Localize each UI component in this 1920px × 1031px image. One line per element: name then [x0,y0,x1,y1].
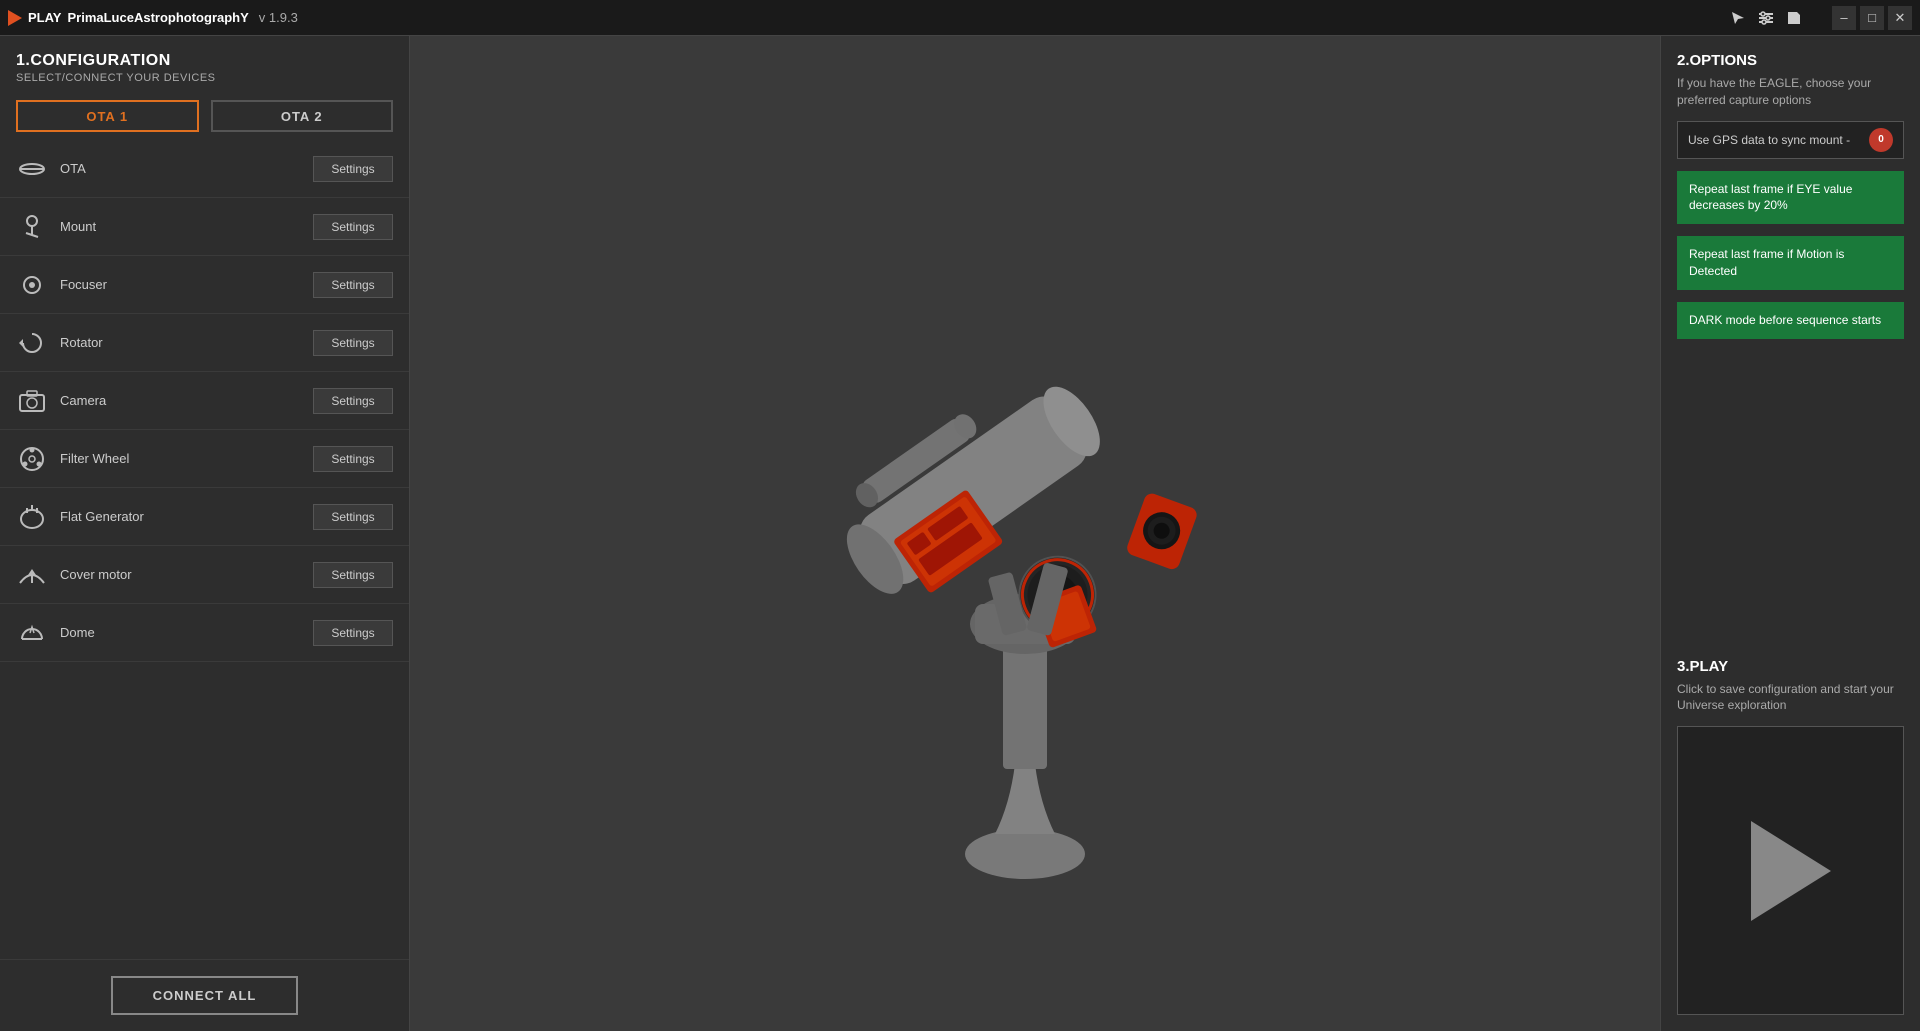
cursor-icon[interactable] [1728,8,1748,28]
ota1-button[interactable]: OTA 1 [16,100,199,132]
settings-button-rotator[interactable]: Settings [313,330,393,356]
settings-button-focuser[interactable]: Settings [313,272,393,298]
covermotor-icon [16,559,48,591]
right-panel: 2.OPTIONS If you have the EAGLE, choose … [1660,36,1920,1031]
device-name-ota: OTA [60,161,301,176]
device-row-flatgenerator: Flat Generator Settings [0,488,409,546]
app-name-label: PLAY [28,10,61,25]
device-name-dome: Dome [60,625,301,640]
green-option-dark[interactable]: DARK mode before sequence starts [1677,302,1904,339]
section-subtitle: SELECT/CONNECT YOUR DEVICES [16,72,393,84]
app-logo: PLAY PrimaLuceAstrophotographY v 1.9.3 [8,10,298,26]
options-title: 2.OPTIONS [1677,52,1904,69]
device-row-camera: Camera Settings [0,372,409,430]
device-name-focuser: Focuser [60,277,301,292]
logo-text-label: PrimaLuceAstrophotographY [67,10,248,25]
flatgenerator-icon [16,501,48,533]
device-row-mount: Mount Settings [0,198,409,256]
play-section: 3.PLAY Click to save configuration and s… [1677,650,1904,715]
device-row-rotator: Rotator Settings [0,314,409,372]
settings-button-filterwheel[interactable]: Settings [313,446,393,472]
ota2-button[interactable]: OTA 2 [211,100,394,132]
settings-button-dome[interactable]: Settings [313,620,393,646]
device-name-mount: Mount [60,219,301,234]
center-area [410,36,1660,1031]
device-row-covermotor: Cover motor Settings [0,546,409,604]
device-name-camera: Camera [60,393,301,408]
settings-sliders-icon[interactable] [1756,8,1776,28]
play-title: 3.PLAY [1677,658,1904,675]
version-label: v 1.9.3 [259,10,298,25]
dome-icon [16,617,48,649]
section-title: 1.CONFIGURATION [16,52,393,70]
gps-row: Use GPS data to sync mount - 0 [1677,121,1904,159]
gps-toggle[interactable]: 0 [1869,128,1893,152]
connect-all-button[interactable]: CONNECT ALL [111,976,299,1015]
titlebar-controls: – □ ✕ [1728,6,1912,30]
play-button[interactable] [1677,726,1904,1015]
filterwheel-icon [16,443,48,475]
ota-icon [16,153,48,185]
options-section: 2.OPTIONS If you have the EAGLE, choose … [1677,52,1904,109]
device-row-dome: Dome Settings [0,604,409,662]
focuser-icon [16,269,48,301]
camera-icon [16,385,48,417]
settings-button-camera[interactable]: Settings [313,388,393,414]
connect-all-area: CONNECT ALL [0,959,409,1031]
device-list: OTA Settings Mount Settings [0,140,409,959]
device-name-flatgenerator: Flat Generator [60,509,301,524]
settings-button-mount[interactable]: Settings [313,214,393,240]
device-row-ota: OTA Settings [0,140,409,198]
window-controls: – □ ✕ [1832,6,1912,30]
settings-button-ota[interactable]: Settings [313,156,393,182]
close-button[interactable]: ✕ [1888,6,1912,30]
left-panel: 1.CONFIGURATION SELECT/CONNECT YOUR DEVI… [0,36,410,1031]
left-header: 1.CONFIGURATION SELECT/CONNECT YOUR DEVI… [0,36,409,92]
device-name-filterwheel: Filter Wheel [60,451,301,466]
maximize-button[interactable]: □ [1860,6,1884,30]
play-desc: Click to save configuration and start yo… [1677,681,1904,715]
gps-label: Use GPS data to sync mount - [1688,133,1861,147]
device-row-filterwheel: Filter Wheel Settings [0,430,409,488]
device-name-covermotor: Cover motor [60,567,301,582]
device-row-focuser: Focuser Settings [0,256,409,314]
mount-icon [16,211,48,243]
green-option-eye[interactable]: Repeat last frame if EYE value decreases… [1677,171,1904,225]
telescope-illustration [735,184,1335,884]
settings-button-flatgenerator[interactable]: Settings [313,504,393,530]
rotator-icon [16,327,48,359]
green-option-motion[interactable]: Repeat last frame if Motion is Detected [1677,236,1904,290]
device-name-rotator: Rotator [60,335,301,350]
play-chevron-icon [1751,821,1831,921]
minimize-button[interactable]: – [1832,6,1856,30]
main-layout: 1.CONFIGURATION SELECT/CONNECT YOUR DEVI… [0,36,1920,1031]
settings-button-covermotor[interactable]: Settings [313,562,393,588]
ota-buttons: OTA 1 OTA 2 [0,92,409,140]
save-icon[interactable] [1784,8,1804,28]
options-desc: If you have the EAGLE, choose your prefe… [1677,75,1904,109]
telescope-container [410,36,1660,1031]
titlebar: PLAY PrimaLuceAstrophotographY v 1.9.3 –… [0,0,1920,36]
play-logo-icon [8,10,22,26]
